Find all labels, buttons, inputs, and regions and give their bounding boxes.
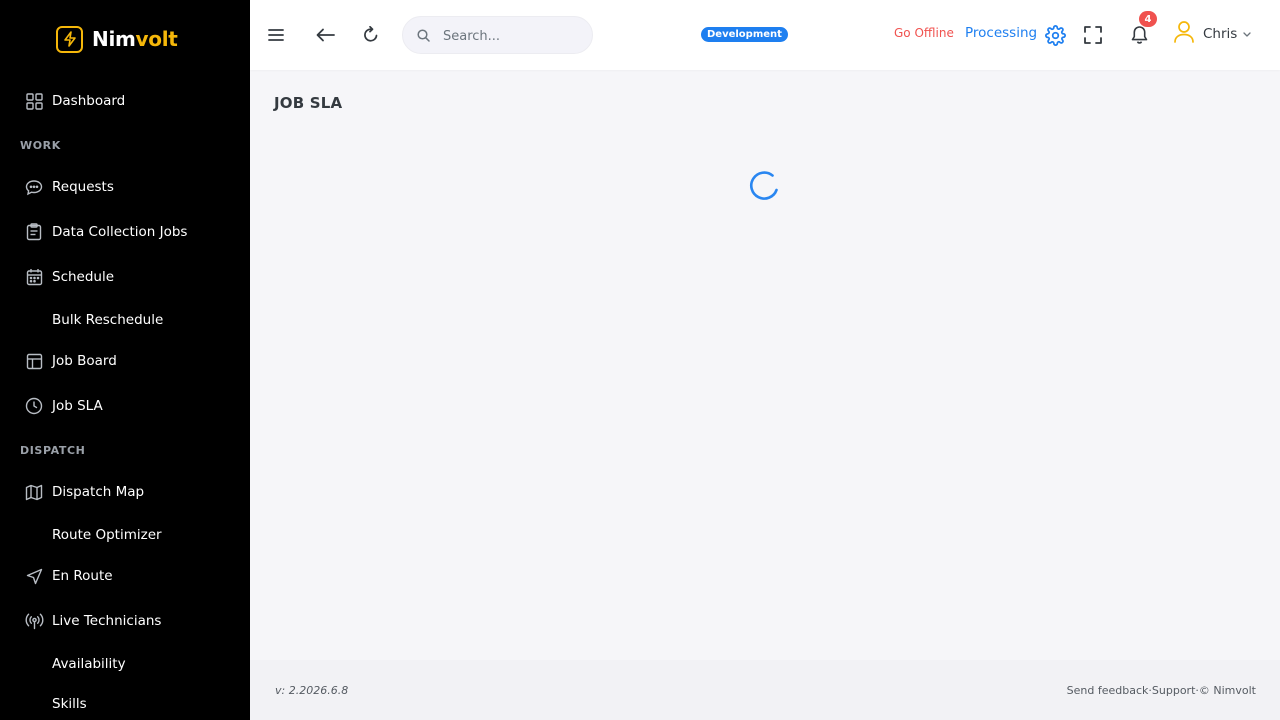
navigation-icon [24, 566, 44, 586]
footer: v: 2.2026.6.8 Send feedback · Support · … [250, 660, 1280, 720]
sidebar-item-route-optimizer[interactable]: Route Optimizer [0, 517, 250, 553]
search-icon [416, 28, 431, 43]
user-menu[interactable]: Chris [1173, 20, 1251, 48]
fullscreen-icon[interactable] [1080, 22, 1106, 48]
brand-name: Nimvolt [92, 27, 178, 51]
page-title: JOB SLA [274, 94, 343, 112]
back-arrow-icon[interactable] [312, 22, 338, 48]
user-avatar-icon [1173, 20, 1195, 48]
sidebar-item-job-board[interactable]: Job Board [0, 343, 250, 379]
footer-links: Send feedback · Support · © Nimvolt [1067, 684, 1256, 697]
environment-badge: Development [701, 27, 788, 42]
app-version: v: 2.2026.6.8 [275, 684, 349, 697]
sidebar-item-job-sla[interactable]: Job SLA [0, 388, 250, 424]
map-icon [24, 482, 44, 502]
notification-count-badge: 4 [1139, 11, 1157, 27]
sidebar-item-en-route[interactable]: En Route [0, 558, 250, 594]
sidebar: Nimvolt Dashboard WORK Requests Data Col… [0, 0, 250, 720]
clipboard-icon [24, 222, 44, 242]
sidebar-item-bulk-reschedule[interactable]: Bulk Reschedule [0, 302, 250, 338]
copyright: © Nimvolt [1198, 684, 1256, 697]
sidebar-item-label: Live Technicians [52, 613, 162, 629]
sidebar-item-label: Schedule [52, 269, 115, 285]
processing-link[interactable]: Processing [965, 25, 1037, 41]
sidebar-section-dispatch: DISPATCH [20, 444, 86, 457]
support-link[interactable]: Support [1152, 684, 1195, 697]
sidebar-item-label: Skills [52, 696, 87, 712]
clock-icon [24, 396, 44, 416]
chevron-down-icon [1243, 31, 1251, 37]
sidebar-item-label: Data Collection Jobs [52, 224, 188, 240]
brand-logo[interactable]: Nimvolt [56, 25, 178, 53]
go-offline-link[interactable]: Go Offline [894, 26, 954, 40]
sidebar-item-dashboard[interactable]: Dashboard [0, 83, 250, 119]
search-box [402, 16, 593, 54]
sidebar-item-label: Job Board [52, 353, 117, 369]
loading-spinner [748, 170, 780, 202]
gear-icon[interactable] [1042, 22, 1068, 48]
search-input[interactable] [443, 26, 583, 46]
refresh-icon[interactable] [358, 22, 384, 48]
menu-icon[interactable] [263, 22, 289, 48]
chat-icon [24, 177, 44, 197]
broadcast-icon [24, 611, 44, 631]
sidebar-item-availability[interactable]: Availability [0, 646, 250, 682]
sidebar-item-dispatch-map[interactable]: Dispatch Map [0, 474, 250, 510]
sidebar-item-skills[interactable]: Skills [0, 686, 250, 720]
sidebar-item-label: En Route [52, 568, 113, 584]
sidebar-item-requests[interactable]: Requests [0, 169, 250, 205]
sidebar-item-label: Route Optimizer [52, 527, 162, 543]
sidebar-item-live-technicians[interactable]: Live Technicians [0, 603, 250, 639]
send-feedback-link[interactable]: Send feedback [1067, 684, 1149, 697]
sidebar-item-label: Dashboard [52, 93, 126, 109]
board-icon [24, 351, 44, 371]
sidebar-item-label: Requests [52, 179, 114, 195]
sidebar-item-label: Bulk Reschedule [52, 312, 164, 328]
sidebar-item-label: Job SLA [52, 398, 103, 414]
grid-icon [24, 91, 44, 111]
calendar-icon [24, 267, 44, 287]
bolt-icon [56, 25, 83, 53]
sidebar-item-data-collection-jobs[interactable]: Data Collection Jobs [0, 214, 250, 250]
sidebar-item-schedule[interactable]: Schedule [0, 259, 250, 295]
sidebar-section-work: WORK [20, 139, 61, 152]
topbar: Development Go Offline Processing 4 Chri… [250, 0, 1280, 70]
sidebar-item-label: Availability [52, 656, 126, 672]
user-name: Chris [1203, 26, 1238, 42]
sidebar-item-label: Dispatch Map [52, 484, 145, 500]
